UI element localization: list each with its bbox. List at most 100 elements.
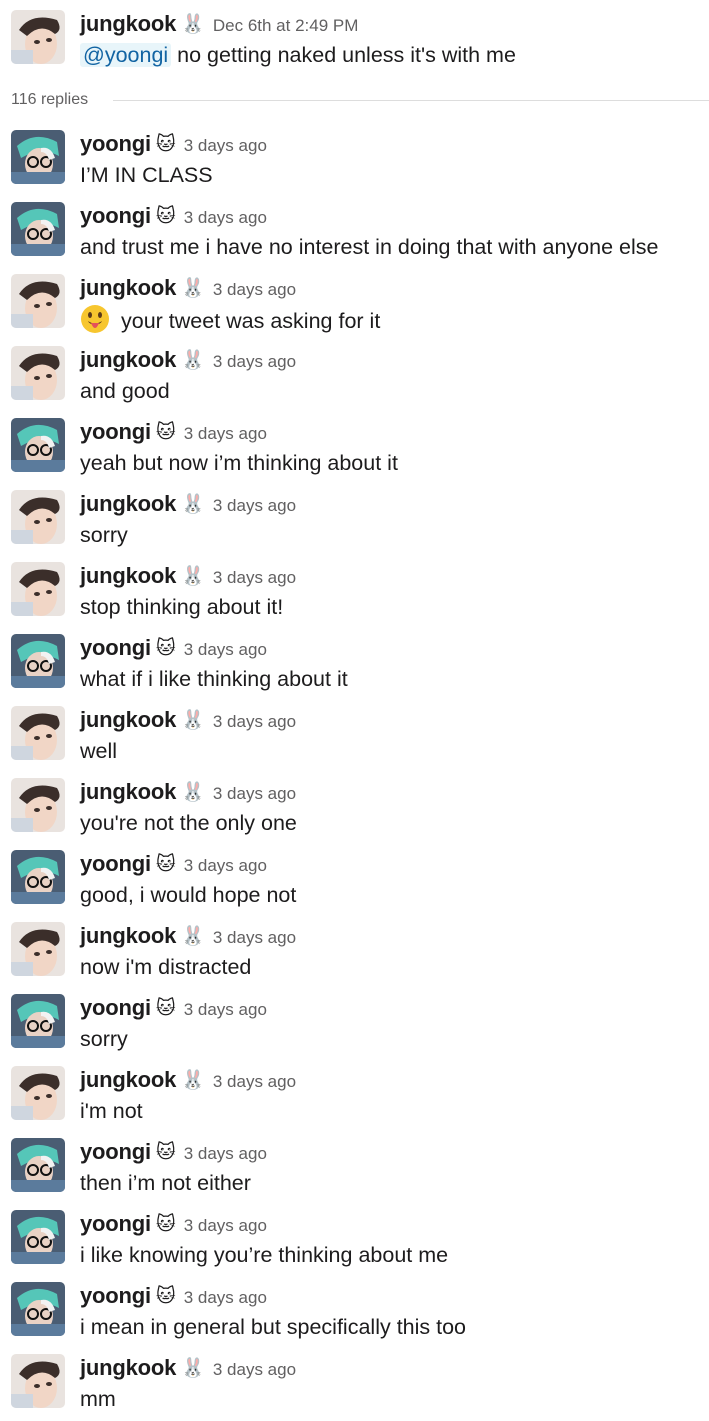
- reply-message[interactable]: jungkook 🐰 3 days ago now i'm distracted: [0, 922, 709, 994]
- author-name[interactable]: jungkook: [80, 923, 176, 948]
- timestamp[interactable]: 3 days ago: [213, 496, 296, 515]
- author-name[interactable]: yoongi: [80, 1283, 151, 1308]
- message-header: yoongi 🐱 3 days ago: [80, 1138, 267, 1166]
- avatar[interactable]: [11, 994, 65, 1048]
- timestamp[interactable]: 3 days ago: [213, 1360, 296, 1379]
- reply-message[interactable]: yoongi 🐱 3 days ago sorry: [0, 994, 709, 1066]
- author-name[interactable]: yoongi: [80, 1211, 151, 1236]
- reply-message[interactable]: yoongi 🐱 3 days ago good, i would hope not: [0, 850, 709, 922]
- reply-message[interactable]: yoongi 🐱 3 days ago i mean in general but s…: [0, 1282, 709, 1354]
- reply-message[interactable]: jungkook 🐰 3 days ago stop thinking about i…: [0, 562, 709, 634]
- user-mention[interactable]: @yoongi: [80, 43, 172, 67]
- timestamp[interactable]: 3 days ago: [184, 856, 267, 875]
- timestamp[interactable]: 3 days ago: [184, 640, 267, 659]
- author-name[interactable]: jungkook: [80, 275, 176, 300]
- message-body: now i'm distracted: [80, 955, 252, 979]
- message-header: jungkook 🐰 3 days ago: [80, 706, 296, 734]
- timestamp[interactable]: 3 days ago: [184, 136, 267, 155]
- timestamp[interactable]: 3 days ago: [213, 568, 296, 587]
- message-text: sorry: [80, 1024, 128, 1054]
- author-name[interactable]: jungkook: [80, 563, 176, 588]
- author-name[interactable]: yoongi: [80, 995, 151, 1020]
- avatar[interactable]: [11, 1282, 65, 1336]
- avatar[interactable]: [11, 634, 65, 688]
- author-name[interactable]: yoongi: [80, 419, 151, 444]
- avatar[interactable]: [11, 706, 65, 760]
- author-name[interactable]: jungkook: [80, 1355, 176, 1380]
- timestamp[interactable]: 3 days ago: [213, 712, 296, 731]
- reply-message[interactable]: jungkook 🐰 3 days ago your tweet was askin…: [0, 274, 709, 346]
- timestamp[interactable]: 3 days ago: [184, 1288, 267, 1307]
- author-name[interactable]: jungkook: [80, 347, 176, 372]
- author-name[interactable]: yoongi: [80, 851, 151, 876]
- cat-icon: 🐱: [155, 1285, 176, 1307]
- timestamp[interactable]: 3 days ago: [184, 424, 267, 443]
- author-name[interactable]: yoongi: [80, 1139, 151, 1164]
- yoongi-avatar-icon: [11, 130, 65, 184]
- avatar[interactable]: [11, 850, 65, 904]
- message-header: yoongi 🐱 3 days ago: [80, 850, 267, 878]
- parent-message[interactable]: jungkook 🐰 Dec 6th at 2:49 PM @yoongi no g…: [0, 10, 709, 82]
- cat-icon: 🐱: [155, 133, 176, 155]
- author-name[interactable]: jungkook: [80, 1067, 176, 1092]
- author-name[interactable]: yoongi: [80, 203, 151, 228]
- avatar[interactable]: [11, 1138, 65, 1192]
- message-header: jungkook 🐰 Dec 6th at 2:49 PM: [80, 10, 358, 38]
- avatar[interactable]: [11, 274, 65, 328]
- author-name[interactable]: yoongi: [80, 635, 151, 660]
- reply-message[interactable]: yoongi 🐱 3 days ago yeah but now i’m thinki…: [0, 418, 709, 490]
- avatar[interactable]: [11, 922, 65, 976]
- author-name[interactable]: jungkook: [80, 11, 176, 36]
- timestamp[interactable]: 3 days ago: [213, 1072, 296, 1091]
- author-name[interactable]: jungkook: [80, 491, 176, 516]
- avatar[interactable]: [11, 130, 65, 184]
- timestamp[interactable]: 3 days ago: [184, 1216, 267, 1235]
- avatar[interactable]: [11, 562, 65, 616]
- timestamp[interactable]: 3 days ago: [184, 208, 267, 227]
- timestamp[interactable]: 3 days ago: [213, 784, 296, 803]
- message-body: mm: [80, 1387, 116, 1411]
- avatar[interactable]: [11, 418, 65, 472]
- reply-message[interactable]: jungkook 🐰 3 days ago i'm not: [0, 1066, 709, 1138]
- message-header: jungkook 🐰 3 days ago: [80, 778, 296, 806]
- jungkook-avatar-icon: [11, 274, 65, 328]
- timestamp[interactable]: 3 days ago: [213, 928, 296, 947]
- author-name[interactable]: yoongi: [80, 131, 151, 156]
- jungkook-avatar-icon: [11, 778, 65, 832]
- avatar[interactable]: [11, 1066, 65, 1120]
- avatar[interactable]: [11, 1354, 65, 1408]
- reply-message[interactable]: jungkook 🐰 3 days ago mm: [0, 1354, 709, 1421]
- message-text: and trust me i have no interest in doing…: [80, 232, 658, 262]
- reply-message[interactable]: yoongi 🐱 3 days ago what if i like thinking…: [0, 634, 709, 706]
- timestamp[interactable]: 3 days ago: [213, 352, 296, 371]
- reply-message[interactable]: jungkook 🐰 3 days ago you're not the only o…: [0, 778, 709, 850]
- jungkook-avatar-icon: [11, 562, 65, 616]
- reply-message[interactable]: jungkook 🐰 3 days ago well: [0, 706, 709, 778]
- cat-icon: 🐱: [155, 1213, 176, 1235]
- reply-message[interactable]: yoongi 🐱 3 days ago i like knowing you’re t…: [0, 1210, 709, 1282]
- avatar[interactable]: [11, 10, 65, 64]
- avatar[interactable]: [11, 202, 65, 256]
- message-body: and good: [80, 379, 170, 403]
- bunny-icon: 🐰: [181, 565, 205, 587]
- avatar[interactable]: [11, 346, 65, 400]
- reply-message[interactable]: yoongi 🐱 3 days ago then i’m not either: [0, 1138, 709, 1210]
- cat-icon: 🐱: [155, 205, 176, 227]
- reply-message[interactable]: jungkook 🐰 3 days ago sorry: [0, 490, 709, 562]
- message-header: jungkook 🐰 3 days ago: [80, 1066, 296, 1094]
- yoongi-avatar-icon: [11, 634, 65, 688]
- reply-message[interactable]: yoongi 🐱 3 days ago I’M IN CLASS: [0, 130, 709, 202]
- timestamp[interactable]: 3 days ago: [184, 1000, 267, 1019]
- jungkook-avatar-icon: [11, 1354, 65, 1408]
- timestamp[interactable]: Dec 6th at 2:49 PM: [213, 16, 359, 35]
- reply-message[interactable]: jungkook 🐰 3 days ago and good: [0, 346, 709, 418]
- avatar[interactable]: [11, 778, 65, 832]
- timestamp[interactable]: 3 days ago: [213, 280, 296, 299]
- yoongi-avatar-icon: [11, 1210, 65, 1264]
- author-name[interactable]: jungkook: [80, 779, 176, 804]
- author-name[interactable]: jungkook: [80, 707, 176, 732]
- timestamp[interactable]: 3 days ago: [184, 1144, 267, 1163]
- reply-message[interactable]: yoongi 🐱 3 days ago and trust me i have no …: [0, 202, 709, 274]
- avatar[interactable]: [11, 490, 65, 544]
- avatar[interactable]: [11, 1210, 65, 1264]
